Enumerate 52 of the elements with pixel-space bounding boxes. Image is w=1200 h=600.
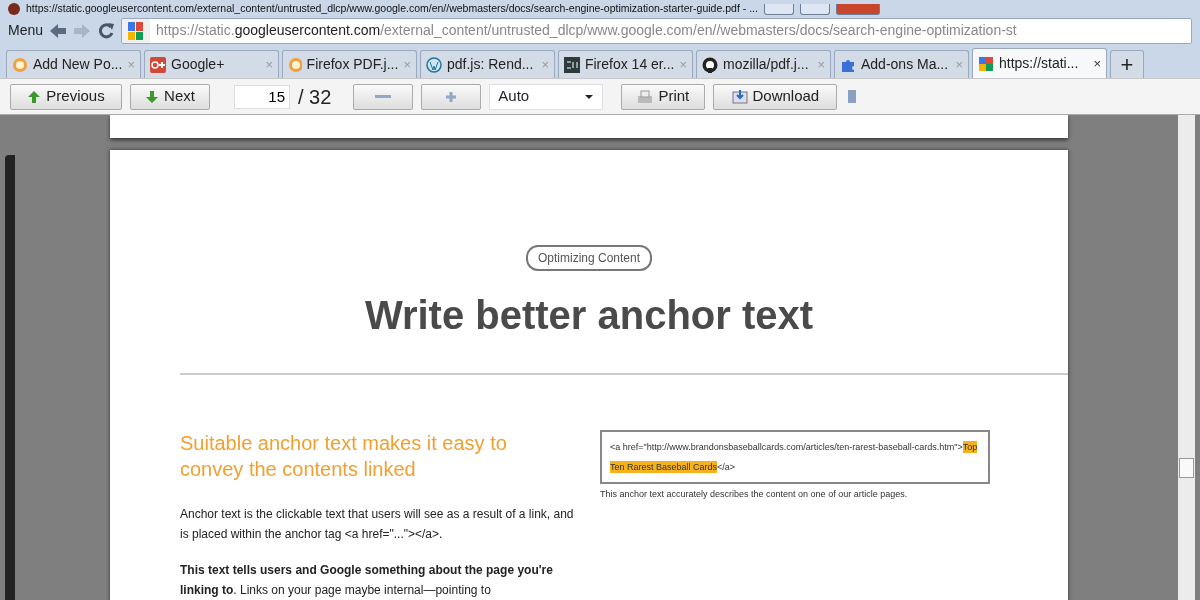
- document-title: Write better anchor text: [363, 292, 815, 339]
- address-bar[interactable]: https://static.googleusercontent.com/external_content/untrusted_dlcp/www.google.com/en//webmasters/docs/search-engine-optimization-st: [121, 17, 1192, 44]
- close-tab-icon[interactable]: ×: [1093, 53, 1101, 74]
- arrow-up-icon: [27, 89, 42, 104]
- browser-icon: [8, 3, 20, 15]
- firefox-icon: [12, 56, 28, 73]
- forward-icon[interactable]: [73, 22, 92, 39]
- browser-tab[interactable]: Add New Po... ×: [6, 50, 141, 78]
- square-logo-icon: [564, 56, 580, 73]
- scrollbar-thumb[interactable]: [1179, 458, 1194, 478]
- next-button[interactable]: Next: [130, 83, 210, 110]
- wordpress-icon: [426, 56, 442, 73]
- reload-icon[interactable]: [97, 21, 116, 40]
- browser-tab[interactable]: Firefox PDF.j... ×: [282, 50, 417, 78]
- url-text: https://static.googleusercontent.com/external_content/untrusted_dlcp/www.google.com/en//webmasters/docs/search-engine-optimization-st: [156, 21, 1017, 40]
- menu-button[interactable]: Menu: [8, 20, 44, 41]
- firefox-icon: [288, 56, 302, 73]
- google-icon: [978, 55, 994, 72]
- zoom-out-button[interactable]: [353, 83, 414, 110]
- window-title: https://static.googleusercontent.com/external_content/untrusted_dlcp/www.google.com/en//webmasters/docs/search-engine-optimization-starter-guide.pdf - ...: [26, 2, 758, 15]
- zoom-in-button[interactable]: [421, 83, 482, 110]
- browser-tab[interactable]: Google+ ×: [144, 50, 279, 78]
- page-number-field[interactable]: 15: [234, 84, 290, 109]
- browser-tab[interactable]: pdf.js: Rend... ×: [420, 50, 555, 78]
- minimize-button[interactable]: [763, 4, 794, 15]
- previous-button[interactable]: Previous: [10, 83, 122, 110]
- caption: This anchor text accurately describes the content on one of our article pages.: [600, 488, 909, 501]
- close-button[interactable]: [835, 4, 880, 15]
- paragraph: Anchor text is the clickable text that users will see as a result of a link, and is placed within the anchor tag <a href="..."></a>.: [180, 506, 575, 543]
- maximize-button[interactable]: [799, 4, 830, 15]
- section-heading: Suitable anchor text makes it easy to convey the contents linked: [180, 431, 508, 482]
- browser-tab[interactable]: Firefox 14 er... ×: [558, 50, 693, 78]
- page-count: / 32: [298, 84, 332, 110]
- section-badge: Optimizing Content: [525, 245, 652, 271]
- back-icon[interactable]: [49, 22, 68, 39]
- download-button[interactable]: Download: [713, 83, 838, 110]
- browser-tab[interactable]: mozilla/pdf.j... ×: [696, 50, 831, 78]
- scrollbar-track[interactable]: [1178, 115, 1195, 600]
- browser-tab[interactable]: Add-ons Ma... ×: [834, 50, 969, 78]
- browser-tab[interactable]: https://stati... ×: [972, 48, 1107, 78]
- new-tab-button[interactable]: +: [1110, 50, 1144, 78]
- minus-icon: [375, 95, 392, 98]
- paragraph: This text tells users and Google something about the page you're linking to. Links on your page maybe internal—pointing to: [180, 562, 554, 599]
- plus-icon: [444, 89, 459, 104]
- sidebar-handle[interactable]: [5, 155, 15, 600]
- printer-icon: [637, 89, 654, 104]
- download-icon: [731, 89, 748, 104]
- arrow-down-icon: [145, 89, 160, 104]
- google-icon: [122, 18, 151, 43]
- print-button[interactable]: Print: [621, 83, 706, 110]
- zoom-select[interactable]: Auto: [489, 83, 604, 110]
- google-plus-icon: [150, 56, 166, 73]
